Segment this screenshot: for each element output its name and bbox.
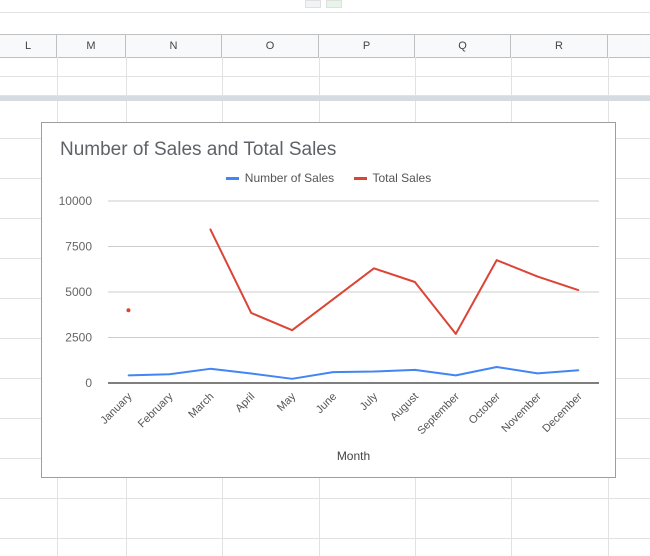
- y-tick-label: 0: [85, 376, 92, 390]
- column-headers: L M N O P Q R: [0, 34, 650, 58]
- toolbar-button[interactable]: [326, 0, 342, 8]
- data-point-total-sales: [454, 333, 457, 335]
- data-point-number-of-sales: [168, 373, 171, 376]
- series-line-total-sales: [209, 228, 579, 335]
- x-tick-label: June: [314, 391, 339, 416]
- data-point-number-of-sales: [577, 369, 580, 372]
- data-point-number-of-sales: [495, 366, 498, 368]
- chart-plot: 0 2500 5000 7500 10000 January February March Ap…: [59, 194, 599, 463]
- x-tick-label: October: [467, 390, 503, 426]
- toolbar-button[interactable]: [305, 0, 321, 8]
- data-point-total-sales: [332, 298, 334, 301]
- data-point-number-of-sales: [209, 368, 212, 370]
- y-tick-label: 10000: [59, 194, 93, 208]
- data-point-total-sales: [577, 289, 580, 291]
- x-tick-label: December: [540, 390, 585, 435]
- x-tick-label: November: [499, 390, 544, 435]
- data-point-total-sales: [373, 267, 375, 270]
- column-header-next[interactable]: [608, 35, 650, 57]
- x-tick-label: March: [186, 391, 216, 421]
- column-header-r[interactable]: R: [511, 35, 608, 57]
- data-point-number-of-sales: [291, 378, 293, 380]
- y-tick-label: 2500: [65, 331, 92, 345]
- data-point-number-of-sales: [536, 372, 539, 375]
- chart-container[interactable]: Number of Sales and Total Sales Number o…: [41, 122, 616, 478]
- data-point-total-sales: [250, 312, 253, 314]
- data-point-total-sales: [291, 329, 293, 332]
- x-axis-label: Month: [337, 449, 370, 463]
- x-tick-label: September: [415, 390, 462, 437]
- x-tick-label: August: [388, 391, 421, 424]
- column-header-m[interactable]: M: [57, 35, 126, 57]
- data-point-number-of-sales: [332, 371, 334, 373]
- data-point-number-of-sales: [250, 372, 253, 375]
- x-tick-label: May: [275, 390, 299, 414]
- x-tick-label: February: [136, 390, 176, 430]
- x-tick-label: April: [233, 391, 257, 415]
- data-point-total-sales: [209, 228, 212, 231]
- y-tick-label: 7500: [65, 240, 92, 254]
- column-header-q[interactable]: Q: [415, 35, 511, 57]
- series-line-number-of-sales: [128, 365, 579, 380]
- data-point-total-sales: [126, 308, 131, 313]
- column-header-p[interactable]: P: [319, 35, 415, 57]
- column-header-n[interactable]: N: [126, 35, 222, 57]
- y-tick-label: 5000: [65, 285, 92, 299]
- x-tick-label: July: [358, 390, 381, 413]
- data-point-total-sales: [536, 275, 539, 278]
- column-header-o[interactable]: O: [222, 35, 319, 57]
- data-point-number-of-sales: [127, 374, 130, 377]
- x-tick-label: January: [98, 390, 135, 427]
- frozen-rows-divider[interactable]: [0, 96, 650, 101]
- column-header-l[interactable]: L: [0, 35, 57, 57]
- data-point-number-of-sales: [414, 369, 416, 371]
- data-point-number-of-sales: [373, 370, 375, 373]
- data-point-number-of-sales: [454, 374, 457, 377]
- toolbar-strip: [0, 0, 650, 13]
- data-point-total-sales: [414, 281, 416, 283]
- data-point-total-sales: [495, 259, 498, 261]
